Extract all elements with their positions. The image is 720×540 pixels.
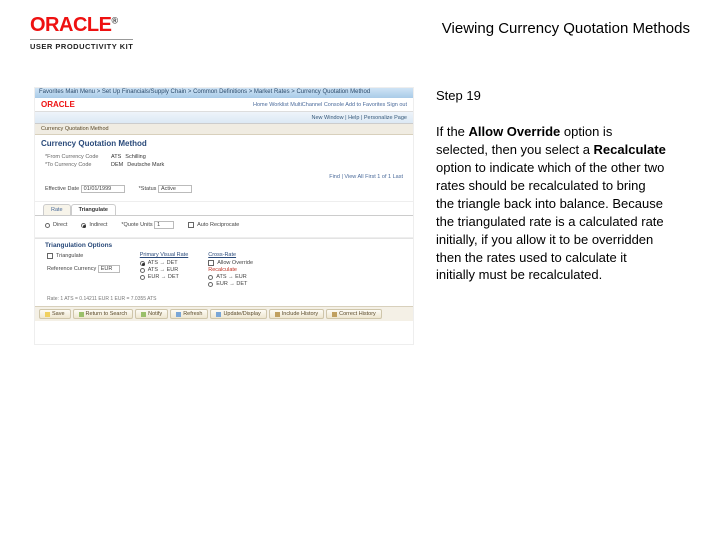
product-subtitle: USER PRODUCTIVITY KIT bbox=[30, 39, 133, 51]
direct-label: Direct bbox=[53, 222, 67, 228]
save-button[interactable]: Save bbox=[39, 309, 71, 319]
recalc-opt-2: EUR → DET bbox=[216, 281, 247, 287]
ref-currency-input[interactable]: EUR bbox=[98, 265, 120, 273]
global-links: Home Worklist MultiChannel Console Add t… bbox=[253, 102, 407, 108]
quote-units-input[interactable]: 1 bbox=[154, 221, 174, 229]
ref-currency-label: Reference Currency bbox=[47, 266, 96, 272]
quote-units-label: *Quote Units bbox=[121, 222, 152, 228]
update-icon bbox=[216, 312, 221, 317]
return-label: Return to Search bbox=[86, 311, 128, 317]
pvr-radio-3[interactable] bbox=[140, 275, 145, 280]
triangulation-group-title: Triangulation Options bbox=[35, 238, 413, 250]
crossrate-header: Cross-Rate bbox=[208, 252, 253, 258]
tab-rate[interactable]: Rate bbox=[43, 204, 71, 215]
save-button-label: Save bbox=[52, 311, 65, 317]
history-icon bbox=[275, 312, 280, 317]
notify-icon bbox=[141, 312, 146, 317]
pvr-opt-1: ATS → DET bbox=[148, 260, 178, 266]
indirect-label: Indirect bbox=[89, 222, 107, 228]
rate-sample-text: Rate: 1 ATS = 0.14211 EUR 1 EUR = 7.0355… bbox=[35, 294, 413, 306]
from-currency-name: Schilling bbox=[125, 154, 145, 160]
radio-direct[interactable] bbox=[45, 223, 50, 228]
radio-indirect[interactable] bbox=[81, 223, 86, 228]
page-title: Viewing Currency Quotation Methods bbox=[442, 14, 690, 37]
triangulate-column: Triangulate Reference Currency EUR bbox=[47, 252, 120, 288]
instruction-column: Step 19 If the Allow Override option is … bbox=[436, 87, 666, 345]
app-screenshot: Favorites Main Menu > Set Up Financials/… bbox=[34, 87, 414, 345]
refresh-icon bbox=[176, 312, 181, 317]
pvr-radio-2[interactable] bbox=[140, 268, 145, 273]
update-label: Update/Display bbox=[223, 311, 260, 317]
pvr-opt-3: EUR → DET bbox=[148, 274, 179, 280]
brand-text: ORACLE bbox=[30, 14, 111, 36]
allow-override-label: Allow Override bbox=[217, 260, 253, 266]
registered-mark: ® bbox=[111, 15, 117, 25]
from-currency-label: *From Currency Code bbox=[45, 154, 107, 160]
auto-reciprocate-label: Auto Reciprocate bbox=[197, 222, 239, 228]
oracle-logo: ORACLE® bbox=[30, 14, 133, 37]
recalc-opt-1: ATS → EUR bbox=[216, 274, 246, 280]
from-currency-value: ATS bbox=[111, 154, 121, 160]
triangulate-checkbox[interactable] bbox=[47, 253, 53, 259]
section-title: Currency Quotation Method bbox=[35, 135, 413, 150]
to-currency-label: *To Currency Code bbox=[45, 162, 107, 168]
refresh-button[interactable]: Refresh bbox=[170, 309, 208, 319]
step-label: Step 19 bbox=[436, 87, 666, 105]
screenshot-column: Favorites Main Menu > Set Up Financials/… bbox=[34, 87, 414, 345]
bold-allow-override: Allow Override bbox=[469, 124, 561, 139]
back-icon bbox=[79, 312, 84, 317]
save-icon bbox=[45, 312, 50, 317]
pvr-radio-1[interactable] bbox=[140, 261, 145, 266]
tab-triangulate[interactable]: Triangulate bbox=[71, 204, 116, 215]
cross-rate-column: Cross-Rate Allow Override Recalculate AT… bbox=[208, 252, 253, 288]
correct-icon bbox=[332, 312, 337, 317]
update-display-button[interactable]: Update/Display bbox=[210, 309, 266, 319]
recalc-radio-1[interactable] bbox=[208, 275, 213, 280]
brand-block: ORACLE® USER PRODUCTIVITY KIT bbox=[30, 14, 133, 51]
history-label: Include History bbox=[282, 311, 318, 317]
triangulate-label: Triangulate bbox=[56, 253, 83, 259]
to-currency-value: DEM bbox=[111, 162, 123, 168]
primary-visual-rate-column: Primary Visual Rate ATS → DET ATS → EUR … bbox=[140, 252, 189, 288]
t1: If the bbox=[436, 124, 469, 139]
action-button-bar: Save Return to Search Notify Refresh Upd… bbox=[35, 306, 413, 321]
page-tools-row: New Window | Help | Personalize Page bbox=[35, 112, 413, 124]
bold-recalculate: Recalculate bbox=[594, 142, 666, 157]
auto-reciprocate-checkbox[interactable] bbox=[188, 222, 194, 228]
eff-date-label: Effective Date bbox=[45, 186, 79, 192]
mini-oracle-logo: ORACLE bbox=[41, 100, 75, 109]
include-history-button[interactable]: Include History bbox=[269, 309, 324, 319]
recalc-radio-2[interactable] bbox=[208, 282, 213, 287]
pvr-opt-2: ATS → EUR bbox=[148, 267, 178, 273]
effective-date-input[interactable]: 01/01/1999 bbox=[81, 185, 125, 193]
instruction-text: If the Allow Override option is selected… bbox=[436, 123, 666, 284]
correct-label: Correct History bbox=[339, 311, 376, 317]
to-currency-name: Deutsche Mark bbox=[127, 162, 164, 168]
status-label: *Status bbox=[139, 186, 157, 192]
allow-override-checkbox[interactable] bbox=[208, 260, 214, 266]
status-select[interactable]: Active bbox=[158, 185, 192, 193]
t3: option to indicate which of the other tw… bbox=[436, 160, 664, 283]
correct-history-button[interactable]: Correct History bbox=[326, 309, 382, 319]
breadcrumb-bar: Favorites Main Menu > Set Up Financials/… bbox=[35, 88, 413, 98]
notify-label: Notify bbox=[148, 311, 162, 317]
return-to-search-button[interactable]: Return to Search bbox=[73, 309, 134, 319]
page-crumb: Currency Quotation Method bbox=[35, 124, 413, 135]
recalculate-label: Recalculate bbox=[208, 267, 253, 273]
notify-button[interactable]: Notify bbox=[135, 309, 168, 319]
pvr-header: Primary Visual Rate bbox=[140, 252, 189, 258]
refresh-label: Refresh bbox=[183, 311, 202, 317]
